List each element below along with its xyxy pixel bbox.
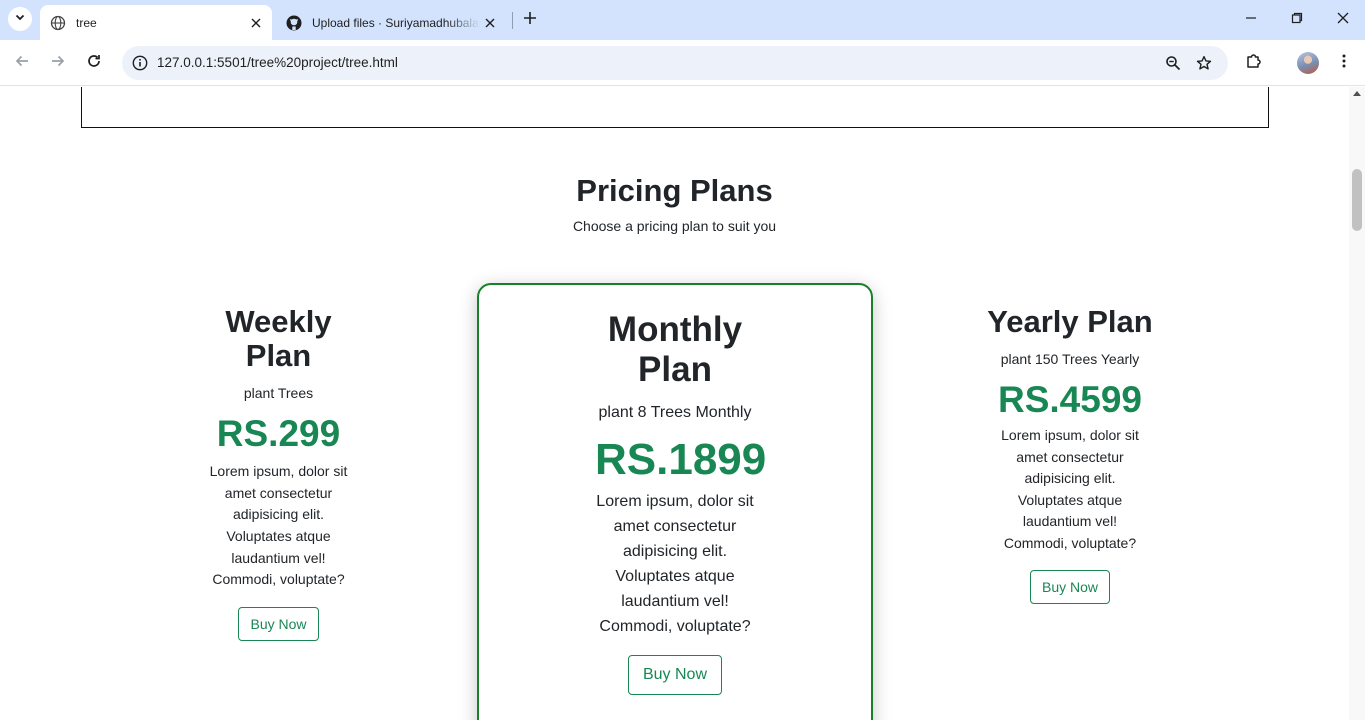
plan-card-weekly: Weekly Plan plant Trees RS.299 Lorem ips… xyxy=(199,304,358,641)
plus-icon xyxy=(523,11,537,30)
plan-subtitle: plant Trees xyxy=(243,385,314,402)
plan-card-monthly: Monthly Plan plant 8 Trees Monthly RS.18… xyxy=(477,283,873,720)
back-button[interactable] xyxy=(10,51,34,75)
close-icon[interactable] xyxy=(246,13,266,33)
plan-price: RS.299 xyxy=(216,413,341,455)
close-icon[interactable] xyxy=(480,13,500,33)
plan-name: Weekly Plan xyxy=(225,304,332,374)
plan-subtitle: plant 150 Trees Yearly xyxy=(1000,351,1140,368)
plan-price: RS.1899 xyxy=(595,435,767,484)
page-viewport: Pricing Plans Choose a pricing plan to s… xyxy=(0,87,1349,720)
zoom-icon[interactable] xyxy=(1161,51,1185,75)
buy-now-button[interactable]: Buy Now xyxy=(627,655,723,695)
kebab-menu-icon xyxy=(1336,53,1352,74)
star-icon[interactable] xyxy=(1192,51,1216,75)
pricing-title: Pricing Plans xyxy=(576,173,773,208)
url-text: 127.0.0.1:5501/tree%20project/tree.html xyxy=(157,55,398,70)
browser-toolbar: 127.0.0.1:5501/tree%20project/tree.html xyxy=(0,40,1365,86)
reload-button[interactable] xyxy=(82,51,106,75)
restore-icon xyxy=(1291,11,1303,29)
info-icon[interactable] xyxy=(128,51,152,75)
restore-button[interactable] xyxy=(1285,8,1309,32)
puzzle-icon xyxy=(1245,52,1263,75)
plan-name: Monthly Plan xyxy=(607,310,743,389)
forward-button[interactable] xyxy=(46,51,70,75)
pricing-subtitle: Choose a pricing plan to suit you xyxy=(572,218,777,234)
minimize-icon xyxy=(1245,11,1257,29)
plan-description: Lorem ipsum, dolor sit amet consectetur … xyxy=(209,463,348,588)
tab-title: tree xyxy=(76,15,97,30)
chevron-down-icon xyxy=(14,10,26,28)
plan-subtitle: plant 8 Trees Monthly xyxy=(598,404,752,421)
extensions-button[interactable] xyxy=(1242,51,1266,75)
scroll-thumb[interactable] xyxy=(1352,169,1362,231)
close-icon xyxy=(1337,11,1349,29)
tab-active[interactable]: tree xyxy=(40,5,272,40)
avatar[interactable] xyxy=(1297,52,1319,74)
window-close-button[interactable] xyxy=(1331,8,1355,32)
scroll-up-arrow-icon[interactable] xyxy=(1353,91,1361,96)
plan-card-yearly: Yearly Plan plant 150 Trees Yearly RS.45… xyxy=(987,304,1153,604)
plan-description: Lorem ipsum, dolor sit amet consectetur … xyxy=(1001,427,1139,552)
previous-section-box xyxy=(81,87,1269,128)
buy-now-button[interactable]: Buy Now xyxy=(238,606,319,641)
tab-inactive[interactable]: Upload files · Suriyamadhubalan xyxy=(276,5,506,40)
plan-name: Yearly Plan xyxy=(987,304,1153,339)
plan-price: RS.4599 xyxy=(998,379,1142,421)
plan-description: Lorem ipsum, dolor sit amet consectetur … xyxy=(596,493,754,635)
new-tab-button[interactable] xyxy=(518,8,542,32)
buy-now-button[interactable]: Buy Now xyxy=(1029,569,1111,604)
github-icon xyxy=(286,15,302,31)
tab-list-button[interactable] xyxy=(8,7,32,31)
tab-title: Upload files · Suriyamadhubalan xyxy=(312,15,480,30)
tab-strip: tree Upload files · Suriyamadhubalan xyxy=(0,0,1365,40)
page-scrollbar[interactable] xyxy=(1349,87,1365,720)
reload-icon xyxy=(86,53,102,74)
tab-separator xyxy=(512,12,513,29)
globe-icon xyxy=(50,15,66,31)
forward-arrow-icon xyxy=(50,53,66,74)
back-arrow-icon xyxy=(14,53,30,74)
address-bar[interactable]: 127.0.0.1:5501/tree%20project/tree.html xyxy=(122,46,1228,80)
menu-button[interactable] xyxy=(1332,51,1356,75)
minimize-button[interactable] xyxy=(1239,8,1263,32)
